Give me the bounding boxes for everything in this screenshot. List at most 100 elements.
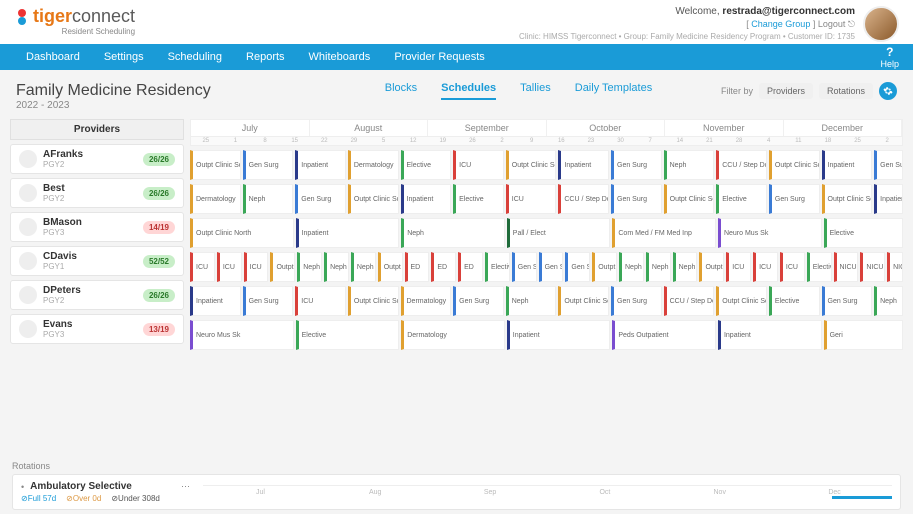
schedule-cell[interactable]: Neph xyxy=(506,286,557,316)
schedule-cell[interactable]: Inpatient xyxy=(296,218,400,248)
schedule-cell[interactable]: Gen Surg xyxy=(243,150,294,180)
nav-item-reports[interactable]: Reports xyxy=(234,45,297,69)
schedule-cell[interactable]: CCU / Step Down xyxy=(558,184,609,214)
schedule-cell[interactable]: Gen S xyxy=(512,252,537,282)
schedule-cell[interactable]: Elective xyxy=(296,320,400,350)
tab-daily-templates[interactable]: Daily Templates xyxy=(575,82,652,100)
schedule-cell[interactable]: ICU xyxy=(506,184,557,214)
schedule-cell[interactable]: Gen Surg xyxy=(769,184,820,214)
schedule-cell[interactable]: Neph xyxy=(297,252,322,282)
schedule-cell[interactable]: ED xyxy=(405,252,430,282)
schedule-cell[interactable]: Gen Sur xyxy=(874,150,903,180)
schedule-cell[interactable]: Inpatient xyxy=(190,286,241,316)
schedule-cell[interactable]: Electiv xyxy=(807,252,832,282)
schedule-cell[interactable]: Geri xyxy=(824,320,903,350)
schedule-cell[interactable]: Inpatient xyxy=(295,150,346,180)
schedule-cell[interactable]: ICU xyxy=(190,252,215,282)
tab-schedules[interactable]: Schedules xyxy=(441,82,496,100)
change-group-link[interactable]: Change Group xyxy=(751,19,810,29)
filter-rotations[interactable]: Rotations xyxy=(819,83,873,99)
schedule-cell[interactable]: Electiv xyxy=(485,252,510,282)
provider-row[interactable]: BMasonPGY314/19 xyxy=(10,212,184,242)
schedule-cell[interactable]: ED xyxy=(458,252,483,282)
schedule-cell[interactable]: Outpt Clinic South xyxy=(558,286,609,316)
schedule-cell[interactable]: Inpatient xyxy=(718,320,822,350)
nav-item-settings[interactable]: Settings xyxy=(92,45,156,69)
schedule-cell[interactable]: ICU xyxy=(726,252,751,282)
schedule-cell[interactable]: Neph xyxy=(673,252,698,282)
schedule-cell[interactable]: Gen S xyxy=(539,252,564,282)
schedule-cell[interactable]: Gen Surg xyxy=(822,286,873,316)
filter-providers[interactable]: Providers xyxy=(759,83,813,99)
schedule-cell[interactable]: ICU xyxy=(453,150,504,180)
schedule-cell[interactable]: Dermatology xyxy=(348,150,399,180)
schedule-cell[interactable]: Neph xyxy=(619,252,644,282)
schedule-cell[interactable]: Inpatient xyxy=(558,150,609,180)
schedule-cell[interactable]: Pall / Elect xyxy=(507,218,611,248)
schedule-cell[interactable]: Elective xyxy=(769,286,820,316)
schedule-cell[interactable]: ICU xyxy=(217,252,242,282)
avatar[interactable] xyxy=(863,6,899,42)
schedule-cell[interactable]: Elective xyxy=(453,184,504,214)
schedule-cell[interactable]: Neuro Mus Sk xyxy=(190,320,294,350)
provider-row[interactable]: DPetersPGY226/26 xyxy=(10,280,184,310)
nav-item-whiteboards[interactable]: Whiteboards xyxy=(297,45,383,69)
schedule-cell[interactable]: ICU xyxy=(753,252,778,282)
schedule-cell[interactable]: Elective xyxy=(824,218,903,248)
schedule-cell[interactable]: Elective xyxy=(716,184,767,214)
schedule-cell[interactable]: ICU xyxy=(295,286,346,316)
schedule-cell[interactable]: Gen Surg xyxy=(243,286,294,316)
schedule-cell[interactable]: Outpt xyxy=(699,252,724,282)
schedule-cell[interactable]: Neph xyxy=(874,286,903,316)
schedule-cell[interactable]: Gen Surg xyxy=(611,150,662,180)
provider-row[interactable]: EvansPGY313/19 xyxy=(10,314,184,344)
schedule-cell[interactable]: Outpt Clinic South xyxy=(716,286,767,316)
schedule-cell[interactable]: CCU / Step Down xyxy=(664,286,715,316)
schedule-cell[interactable]: Neph xyxy=(324,252,349,282)
schedule-cell[interactable]: ICU xyxy=(244,252,269,282)
provider-row[interactable]: AFranksPGY226/26 xyxy=(10,144,184,174)
schedule-cell[interactable]: NICU xyxy=(887,252,903,282)
schedule-cell[interactable]: Outpt xyxy=(270,252,295,282)
schedule-cell[interactable]: Neph xyxy=(401,218,505,248)
schedule-cell[interactable]: Outpt Clinic North xyxy=(190,218,294,248)
nav-item-provider-requests[interactable]: Provider Requests xyxy=(382,45,497,69)
schedule-cell[interactable]: Neph xyxy=(664,150,715,180)
schedule-cell[interactable]: Com Med / FM Med Inp xyxy=(612,218,716,248)
logout-link[interactable]: Logout xyxy=(818,19,846,29)
schedule-cell[interactable]: NICU xyxy=(834,252,859,282)
help-button[interactable]: Help xyxy=(880,45,899,69)
schedule-cell[interactable]: Gen Surg xyxy=(453,286,504,316)
schedule-cell[interactable]: Neph xyxy=(351,252,376,282)
tab-blocks[interactable]: Blocks xyxy=(385,82,417,100)
schedule-cell[interactable]: Inpatient xyxy=(822,150,873,180)
schedule-cell[interactable]: Dermatology xyxy=(401,286,452,316)
schedule-cell[interactable]: Outpt xyxy=(378,252,403,282)
schedule-cell[interactable]: Outpt Clinic South xyxy=(190,150,241,180)
schedule-cell[interactable]: Gen Surg xyxy=(611,286,662,316)
nav-item-scheduling[interactable]: Scheduling xyxy=(156,45,234,69)
schedule-cell[interactable]: Outpt Clinic South xyxy=(769,150,820,180)
schedule-cell[interactable]: Neuro Mus Sk xyxy=(718,218,822,248)
schedule-cell[interactable]: Gen Surg xyxy=(295,184,346,214)
schedule-cell[interactable]: Outpt Clinic South xyxy=(506,150,557,180)
schedule-cell[interactable]: Dermatology xyxy=(401,320,505,350)
schedule-cell[interactable]: Dermatology xyxy=(190,184,241,214)
schedule-cell[interactable]: Gen Surg xyxy=(611,184,662,214)
schedule-cell[interactable]: Outpt xyxy=(592,252,617,282)
schedule-cell[interactable]: CCU / Step Down xyxy=(716,150,767,180)
schedule-cell[interactable]: Inpatient xyxy=(507,320,611,350)
provider-row[interactable]: BestPGY226/26 xyxy=(10,178,184,208)
schedule-cell[interactable]: NICU xyxy=(860,252,885,282)
schedule-cell[interactable]: Outpt Clinic South xyxy=(348,286,399,316)
schedule-cell[interactable]: Neph xyxy=(243,184,294,214)
schedule-cell[interactable]: ICU xyxy=(780,252,805,282)
provider-row[interactable]: CDavisPGY152/52 xyxy=(10,246,184,276)
schedule-cell[interactable]: Peds Outpatient xyxy=(612,320,716,350)
schedule-cell[interactable]: Outpt Clinic South xyxy=(822,184,873,214)
nav-item-dashboard[interactable]: Dashboard xyxy=(14,45,92,69)
schedule-cell[interactable]: Inpatien xyxy=(874,184,903,214)
schedule-cell[interactable]: Outpt Clinic South xyxy=(348,184,399,214)
gear-icon[interactable] xyxy=(879,82,897,100)
tab-tallies[interactable]: Tallies xyxy=(520,82,551,100)
